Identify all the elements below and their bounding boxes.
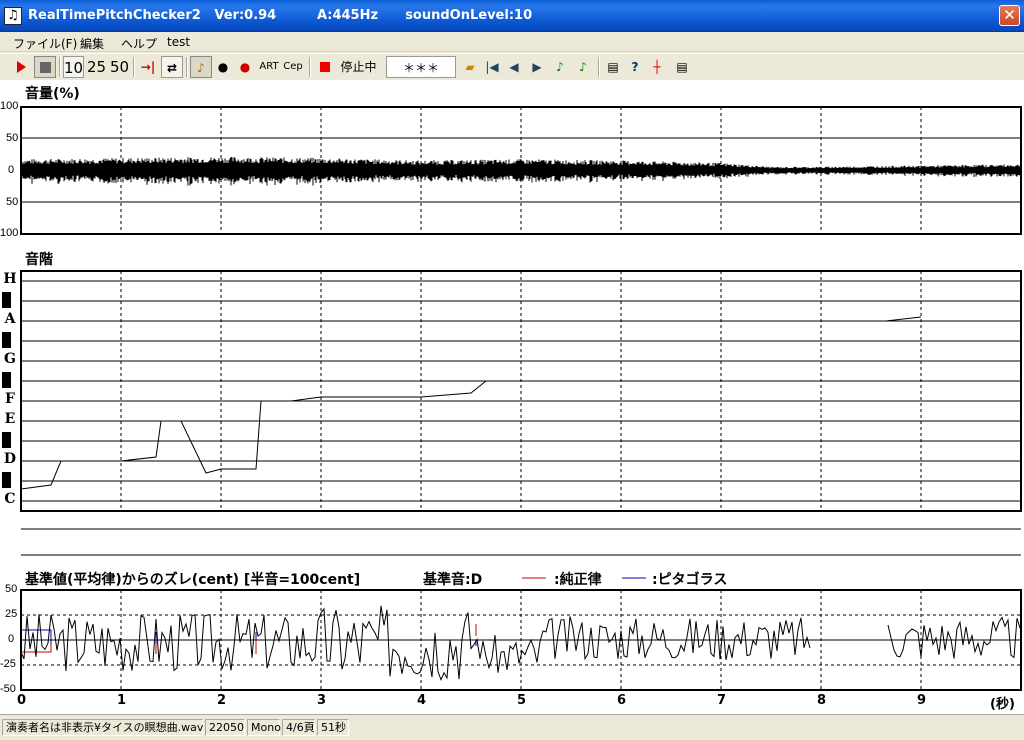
status-page: 4/6頁: [282, 719, 315, 736]
violin-button[interactable]: ♪: [190, 56, 212, 78]
volume-tick-50: 50: [6, 132, 19, 144]
base-note: 基準音:D: [423, 572, 483, 588]
note-label-h: H: [3, 271, 17, 287]
note-green-icon[interactable]: ♪: [551, 56, 569, 78]
status-file: 演奏者名は非表示¥タイスの瞑想曲.wav: [2, 719, 203, 736]
note-label-g: G: [4, 351, 16, 367]
x-tick-label: 4: [417, 693, 427, 708]
jump-end-icon: →|: [140, 60, 156, 74]
pitch-title: 音階: [25, 252, 53, 268]
x-tick-label: 8: [817, 693, 827, 708]
play-icon: [16, 61, 26, 73]
volume-tick-100: 100: [0, 100, 19, 112]
x-tick-label: 1: [117, 693, 127, 708]
play-button[interactable]: [10, 56, 32, 78]
stop-icon: [39, 62, 51, 73]
note-label-c: C: [4, 491, 16, 507]
menu-bar: ファイル(F) 編集 ヘルプ test: [0, 32, 1024, 52]
next-page-icon[interactable]: ▶: [528, 56, 546, 78]
print2-icon[interactable]: ▤: [672, 56, 692, 78]
x-tick-label: 0: [17, 693, 27, 708]
note-label-d: D: [3, 451, 17, 467]
status-duration: 51秒: [317, 719, 349, 736]
person-icon: ●: [217, 60, 229, 74]
x-tick-label: 7: [717, 693, 727, 708]
person-button[interactable]: ●: [213, 56, 233, 78]
note-label-f: F: [5, 391, 15, 407]
app-window: ♫ RealTimePitchChecker2 Ver:0.94 A:445Hz…: [0, 0, 1024, 740]
piano-key: [2, 432, 11, 448]
menu-help[interactable]: ヘルプ: [121, 35, 157, 52]
x-axis-unit: (秒): [990, 697, 1015, 712]
dev-tick-neg25: -25: [0, 658, 16, 670]
loop-button[interactable]: ⇄: [161, 56, 183, 78]
note-green2-icon[interactable]: ♪: [574, 56, 592, 78]
plots-svg: [2, 106, 1024, 691]
x-tick-label: 9: [917, 693, 927, 708]
dev-tick-neg50: -50: [0, 683, 16, 695]
piano-key: [2, 332, 11, 348]
violin-icon: ♪: [197, 61, 205, 75]
prev-page-icon[interactable]: ◀: [505, 56, 523, 78]
window-title: RealTimePitchChecker2 Ver:0.94 A:445Hz s…: [28, 8, 533, 23]
marker-icon[interactable]: ┼: [648, 56, 666, 78]
menu-test[interactable]: test: [167, 35, 190, 49]
dev-tick-0: 0: [8, 633, 15, 645]
volume-tick-neg50: 50: [6, 196, 19, 208]
dev-tick-25: 25: [5, 608, 18, 620]
loop-icon: ⇄: [166, 61, 178, 75]
cep-button[interactable]: Cep: [282, 56, 304, 78]
status-label: 停止中: [340, 60, 377, 74]
title-bar[interactable]: ♫ RealTimePitchChecker2 Ver:0.94 A:445Hz…: [0, 0, 1024, 32]
menu-edit[interactable]: 編集: [80, 35, 104, 52]
volume-title: 音量(%): [25, 86, 80, 102]
status-bar: 演奏者名は非表示¥タイスの瞑想曲.wav 22050 Mono 4/6頁 51秒: [0, 714, 1024, 740]
plot-area: 音量(%) 100 50 0 50 100 音階 H A G F E D C 基…: [0, 80, 1024, 714]
note-display: ＊＊＊: [386, 56, 456, 78]
art-button[interactable]: ART: [258, 56, 280, 78]
jump-end-button[interactable]: →|: [137, 56, 159, 78]
volume-tick-0: 0: [8, 164, 15, 176]
deviation-title: 基準値(平均律)からのズレ(cent) [半音=100cent]: [25, 572, 361, 588]
music-note-icon[interactable]: ♫: [4, 7, 22, 25]
piano-key: [2, 292, 11, 308]
span-10-button[interactable]: 10: [63, 56, 84, 78]
dev-tick-50: 50: [5, 583, 18, 595]
stop-button[interactable]: [34, 56, 56, 78]
open-folder-icon[interactable]: ▰: [460, 56, 480, 78]
piano-key: [2, 372, 11, 388]
legend-just: :純正律: [554, 572, 602, 588]
span-50-button[interactable]: 50: [109, 56, 130, 78]
piano-key: [2, 472, 11, 488]
x-tick-label: 5: [517, 693, 527, 708]
legend-pyth: :ピタゴラス: [652, 572, 728, 588]
x-tick-label: 2: [217, 693, 227, 708]
status-rate: 22050: [205, 719, 245, 736]
toolbar: 10 25 50 →| ⇄ ♪ ● ● ART Cep 停止中 ＊＊＊ ▰ |◀…: [0, 53, 1024, 79]
record-button[interactable]: [316, 56, 334, 78]
note-label-a: A: [4, 311, 16, 327]
status-channel: Mono: [247, 719, 281, 736]
first-page-icon[interactable]: |◀: [483, 56, 501, 78]
person-red-button[interactable]: ●: [235, 56, 255, 78]
x-tick-label: 3: [317, 693, 327, 708]
close-icon[interactable]: ✕: [999, 5, 1020, 26]
x-tick-label: 6: [617, 693, 627, 708]
volume-tick-neg100: 100: [0, 227, 19, 239]
span-25-button[interactable]: 25: [86, 56, 107, 78]
note-label-e: E: [4, 411, 16, 427]
menu-file[interactable]: ファイル(F): [13, 35, 77, 52]
help-icon[interactable]: ?: [626, 56, 644, 78]
record-icon: [320, 62, 330, 72]
person-red-icon: ●: [239, 60, 251, 74]
print-icon[interactable]: ▤: [603, 56, 623, 78]
